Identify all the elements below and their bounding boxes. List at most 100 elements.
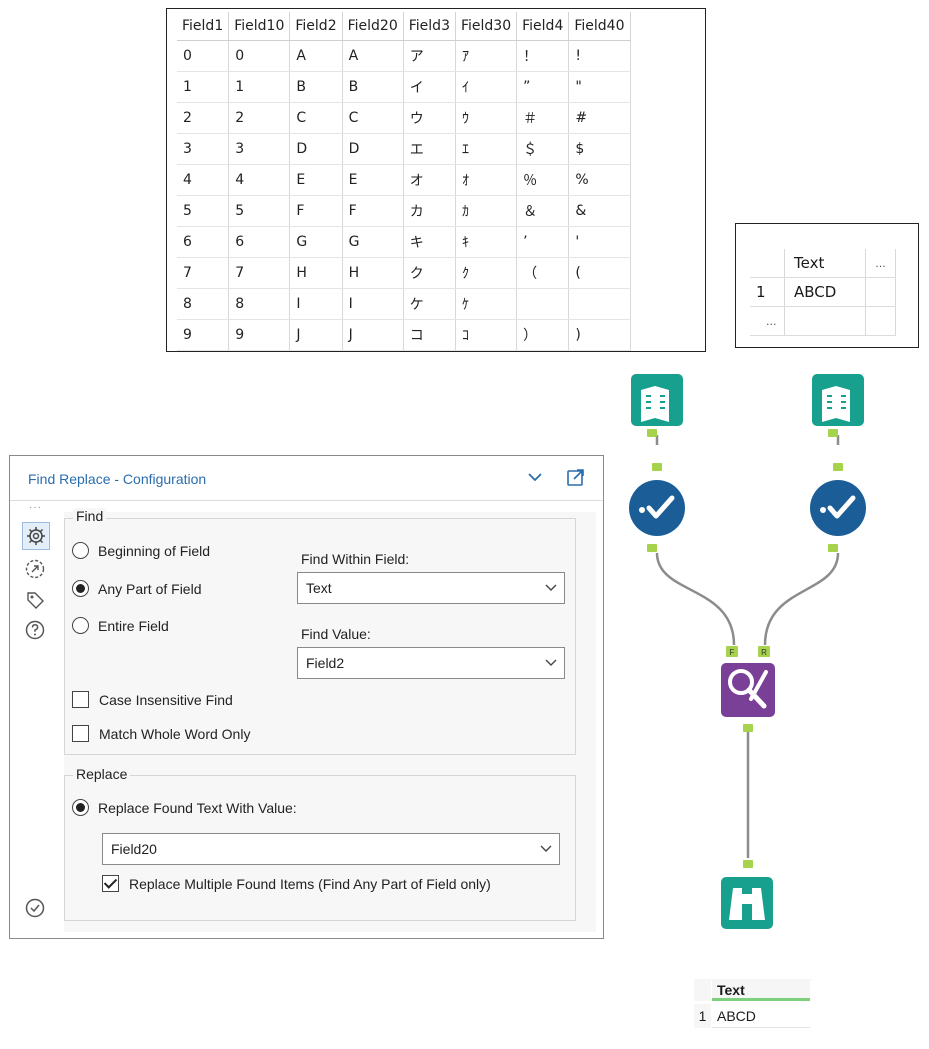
table-cell[interactable]: ) xyxy=(568,319,631,351)
checkbox-case-insensitive[interactable]: Case Insensitive Find xyxy=(72,691,233,708)
table-cell[interactable]: ｴ xyxy=(455,133,518,165)
column-header[interactable]: Field10 xyxy=(228,12,291,41)
table-cell[interactable]: 4 xyxy=(228,164,291,196)
result-cell-value[interactable]: ABCD xyxy=(712,1004,810,1028)
input-anchor[interactable] xyxy=(833,463,843,471)
table-cell[interactable]: H xyxy=(289,257,343,289)
table-cell[interactable]: E xyxy=(289,164,343,196)
table-cell[interactable]: オ xyxy=(403,164,456,196)
table-cell[interactable]: ％ xyxy=(516,164,570,196)
table-cell[interactable]: ウ xyxy=(403,102,456,134)
table-cell[interactable]: F xyxy=(289,195,343,227)
table-cell[interactable]: 7 xyxy=(177,257,230,289)
output-anchor[interactable] xyxy=(743,724,753,732)
table-cell[interactable]: & xyxy=(568,195,631,227)
find-replace-tool[interactable]: F R xyxy=(721,646,775,732)
table-cell[interactable]: ｶ xyxy=(455,195,518,227)
table-cell[interactable]: 6 xyxy=(177,226,230,258)
table-cell[interactable]: ！ xyxy=(516,40,570,72)
table-cell[interactable]: ＆ xyxy=(516,195,570,227)
table-cell[interactable]: C xyxy=(289,102,343,134)
table-cell[interactable]: ｸ xyxy=(455,257,518,289)
table-cell[interactable]: I xyxy=(289,288,343,320)
checkbox-checked[interactable] xyxy=(102,875,119,892)
table-cell[interactable]: 3 xyxy=(228,133,291,165)
table-cell[interactable] xyxy=(516,288,570,320)
anchor-icon[interactable] xyxy=(24,558,46,580)
table-cell[interactable]: D xyxy=(342,133,404,165)
input-data-tool-1[interactable] xyxy=(631,374,683,437)
table-cell[interactable]: ＄ xyxy=(516,133,570,165)
table-cell[interactable]: ( xyxy=(568,257,631,289)
table-cell[interactable]: 0 xyxy=(177,40,230,72)
table-cell[interactable]: G xyxy=(342,226,404,258)
table-cell[interactable]: ア xyxy=(403,40,456,72)
table-cell[interactable]: B xyxy=(342,71,404,103)
column-header[interactable]: Field3 xyxy=(403,12,456,41)
table-cell[interactable]: C xyxy=(342,102,404,134)
column-header[interactable]: Field4 xyxy=(516,12,570,41)
table-cell[interactable]: ク xyxy=(403,257,456,289)
checkbox[interactable] xyxy=(72,691,89,708)
table-cell[interactable]: ｺ xyxy=(455,319,518,351)
table-cell[interactable]: ＃ xyxy=(516,102,570,134)
table-cell[interactable]: ｳ xyxy=(455,102,518,134)
table-cell[interactable]: ｹ xyxy=(455,288,518,320)
browse-tool[interactable] xyxy=(721,860,773,929)
table-cell[interactable]: コ xyxy=(403,319,456,351)
column-header-more[interactable]: ... xyxy=(865,249,896,278)
table-cell[interactable]: イ xyxy=(403,71,456,103)
checkbox-match-whole-word[interactable]: Match Whole Word Only xyxy=(72,725,250,742)
output-anchor[interactable] xyxy=(828,544,838,552)
checkbox[interactable] xyxy=(72,725,89,742)
column-header-text[interactable]: Text xyxy=(784,249,866,278)
table-cell[interactable]: ｲ xyxy=(455,71,518,103)
table-cell[interactable]: 0 xyxy=(228,40,291,72)
table-cell[interactable]: 8 xyxy=(177,288,230,320)
table-cell[interactable]: A xyxy=(289,40,343,72)
table-cell[interactable]: ） xyxy=(516,319,570,351)
radio-button[interactable] xyxy=(72,617,89,634)
table-cell[interactable]: ケ xyxy=(403,288,456,320)
replace-value-select[interactable]: Field20 xyxy=(102,833,560,865)
column-header[interactable]: Field40 xyxy=(568,12,631,41)
table-cell[interactable]: 5 xyxy=(228,195,291,227)
table-cell[interactable]: 4 xyxy=(177,164,230,196)
checkbox-replace-multiple[interactable]: Replace Multiple Found Items (Find Any P… xyxy=(102,875,491,892)
output-anchor[interactable] xyxy=(647,429,657,437)
table-cell[interactable]: 1 xyxy=(177,71,230,103)
table-cell[interactable]: J xyxy=(342,319,404,351)
chevron-down-icon[interactable] xyxy=(526,468,544,486)
table-cell[interactable]: ” xyxy=(516,71,570,103)
input-anchor[interactable] xyxy=(652,463,662,471)
input-anchor[interactable] xyxy=(743,860,753,868)
expand-icon[interactable] xyxy=(566,467,586,487)
table-cell[interactable]: ' xyxy=(568,226,631,258)
table-cell[interactable]: J xyxy=(289,319,343,351)
table-cell[interactable]: ｱ xyxy=(455,40,518,72)
table-cell[interactable]: B xyxy=(289,71,343,103)
table-cell[interactable]: 1 xyxy=(228,71,291,103)
select-tool-2[interactable] xyxy=(810,463,866,552)
table-cell[interactable]: F xyxy=(342,195,404,227)
table-cell[interactable]: 9 xyxy=(228,319,291,351)
table-cell[interactable]: 9 xyxy=(177,319,230,351)
table-cell[interactable]: D xyxy=(289,133,343,165)
radio-replace-found-text[interactable]: Replace Found Text With Value: xyxy=(72,799,297,816)
table-cell[interactable]: H xyxy=(342,257,404,289)
radio-entire-field[interactable]: Entire Field xyxy=(72,617,169,634)
table-cell[interactable]: G xyxy=(289,226,343,258)
table-cell[interactable]: （ xyxy=(516,257,570,289)
table-cell[interactable]: % xyxy=(568,164,631,196)
table-cell[interactable]: ｷ xyxy=(455,226,518,258)
radio-any-part-of-field[interactable]: Any Part of Field xyxy=(72,580,202,597)
column-header[interactable]: Field30 xyxy=(455,12,518,41)
table-cell[interactable]: # xyxy=(568,102,631,134)
table-cell[interactable] xyxy=(568,288,631,320)
table-cell[interactable]: 2 xyxy=(177,102,230,134)
table-cell[interactable]: 6 xyxy=(228,226,291,258)
cell-text-value[interactable]: ABCD xyxy=(784,277,866,307)
table-cell[interactable]: " xyxy=(568,71,631,103)
table-cell[interactable]: カ xyxy=(403,195,456,227)
table-cell[interactable]: キ xyxy=(403,226,456,258)
